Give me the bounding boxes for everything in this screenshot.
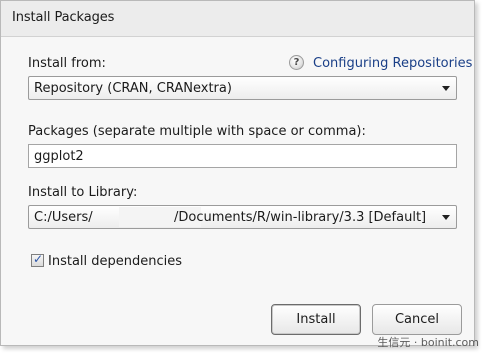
install-to-library-label: Install to Library: [28, 185, 138, 200]
watermark-text: 生信元 · boinit.com [377, 336, 479, 349]
dropdown-arrow-icon [442, 215, 450, 220]
checkmark-icon: ✓ [33, 252, 44, 266]
title-bar: Install Packages [1, 1, 474, 37]
packages-input-value: ggplot2 [34, 149, 84, 164]
library-path-start: C:/Users/ [34, 210, 93, 225]
dialog-title: Install Packages [12, 10, 115, 25]
install-dependencies-checkbox[interactable]: ✓ [31, 252, 44, 267]
install-packages-dialog: Install Packages Install from: ? Configu… [0, 0, 475, 346]
screen: Install Packages Install from: ? Configu… [0, 0, 485, 354]
dropdown-arrow-icon [442, 86, 450, 91]
install-dependencies-label[interactable]: Install dependencies [48, 254, 182, 269]
packages-label: Packages (separate multiple with space o… [28, 124, 366, 139]
library-path-end: /Documents/R/win-library/3.3 [Default] [174, 210, 427, 225]
library-select[interactable]: C:/Users/ /Documents/R/win-library/3.3 [… [28, 205, 457, 229]
packages-input[interactable]: ggplot2 [28, 144, 457, 168]
install-from-selected-value: Repository (CRAN, CRANextra) [34, 81, 232, 96]
install-from-label: Install from: [28, 56, 106, 71]
help-icon[interactable]: ? [289, 55, 304, 70]
install-button[interactable]: Install [271, 304, 361, 335]
cancel-button[interactable]: Cancel [372, 304, 462, 335]
install-from-select[interactable]: Repository (CRAN, CRANextra) [28, 76, 457, 100]
configuring-repositories-link[interactable]: Configuring Repositories [313, 56, 472, 71]
